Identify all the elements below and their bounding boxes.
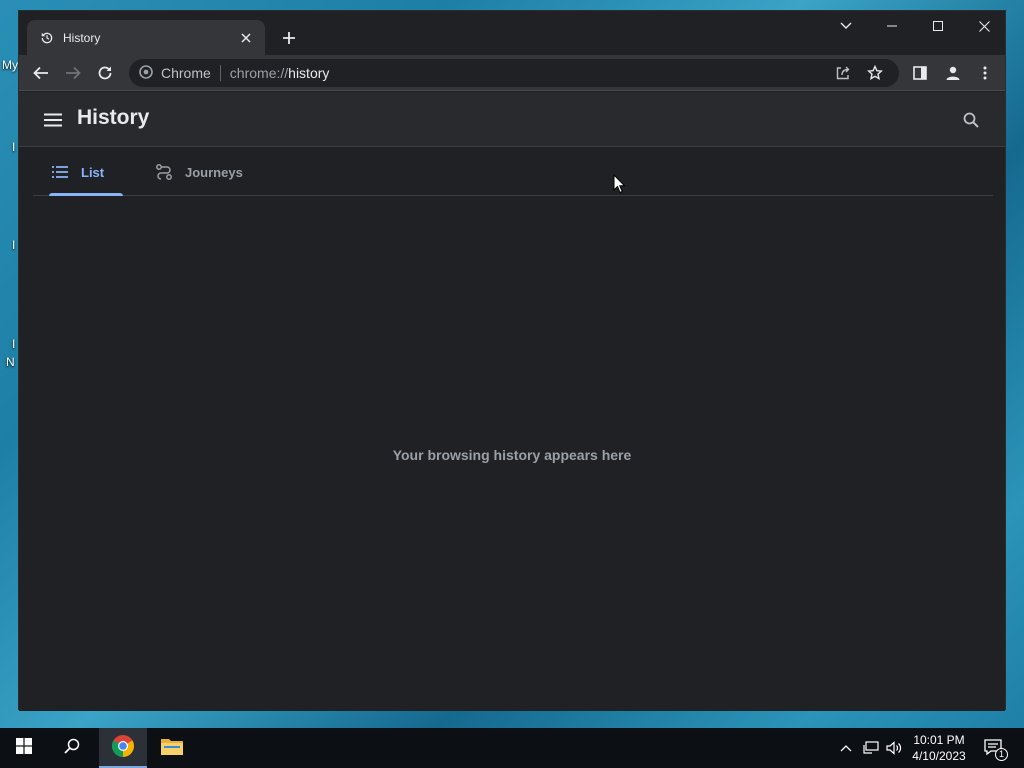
address-bar[interactable]: Chrome chrome:// history <box>129 59 899 87</box>
notification-count-badge: 1 <box>995 748 1008 761</box>
taskbar-clock[interactable]: 10:01 PM 4/10/2023 <box>904 732 974 764</box>
omnibox-divider <box>219 65 221 81</box>
forward-button[interactable] <box>59 59 87 87</box>
clock-time: 10:01 PM <box>913 733 965 747</box>
new-tab-button[interactable] <box>277 26 301 50</box>
clock-date: 4/10/2023 <box>912 749 966 763</box>
journeys-icon <box>155 163 173 181</box>
site-chip: Chrome <box>161 65 211 81</box>
browser-toolbar: Chrome chrome:// history <box>19 55 1005 91</box>
notification-icon: 1 <box>984 739 1008 761</box>
history-page: History List Journeys Your browsing hist… <box>19 92 1005 711</box>
chrome-app-icon <box>111 734 135 763</box>
minimize-button[interactable] <box>869 11 915 41</box>
active-tab-indicator <box>49 193 123 196</box>
start-button[interactable] <box>0 728 48 768</box>
close-window-button[interactable] <box>961 11 1007 41</box>
desktop-icon-label[interactable]: I <box>12 140 15 154</box>
desktop-icon-label[interactable]: I <box>12 337 15 351</box>
taskbar-file-explorer-button[interactable] <box>148 728 196 768</box>
mouse-cursor-icon <box>613 173 626 199</box>
windows-taskbar: 10:01 PM 4/10/2023 1 <box>0 728 1024 768</box>
volume-icon[interactable] <box>884 728 904 768</box>
profile-avatar-icon[interactable] <box>939 59 967 87</box>
tab-search-button[interactable] <box>823 11 869 41</box>
url-scheme: chrome:// <box>229 65 289 81</box>
chrome-window: History Chrome chrome:// history History… <box>18 10 1006 711</box>
search-icon <box>64 738 80 759</box>
chrome-logo-icon <box>139 64 153 82</box>
main-menu-button[interactable] <box>39 106 67 134</box>
tab-title: History <box>63 30 101 45</box>
close-tab-icon[interactable] <box>237 29 255 47</box>
maximize-button[interactable] <box>915 11 961 41</box>
side-panel-button[interactable] <box>906 59 934 87</box>
chrome-menu-button[interactable] <box>971 59 999 87</box>
tab-journeys[interactable]: Journeys <box>155 148 265 196</box>
browser-tab-history[interactable]: History <box>27 20 265 55</box>
chevron-up-icon <box>840 739 852 757</box>
share-icon[interactable] <box>829 59 857 87</box>
windows-logo-icon <box>16 737 32 759</box>
taskbar-search-button[interactable] <box>48 728 96 768</box>
empty-history-message: Your browsing history appears here <box>392 447 632 463</box>
taskbar-chrome-button[interactable] <box>99 728 147 768</box>
search-history-button[interactable] <box>957 106 985 134</box>
page-title: History <box>77 106 150 129</box>
action-center-button[interactable]: 1 <box>978 728 1010 768</box>
list-icon <box>51 163 69 181</box>
desktop-icon-label[interactable]: My <box>2 58 18 72</box>
desktop-icon-label[interactable]: I <box>12 238 15 252</box>
tab-label: Journeys <box>185 164 243 180</box>
history-tabs: List Journeys <box>33 148 993 196</box>
desktop-icon-label[interactable]: N <box>6 355 15 369</box>
tab-list[interactable]: List <box>49 148 123 196</box>
title-bar: History <box>19 11 1005 55</box>
back-button[interactable] <box>27 59 55 87</box>
reload-button[interactable] <box>91 59 119 87</box>
tab-label: List <box>81 164 105 180</box>
url-path: history <box>288 65 330 81</box>
page-header: History <box>19 92 1005 147</box>
history-icon <box>39 30 55 46</box>
folder-icon <box>161 737 183 760</box>
show-hidden-icons-button[interactable] <box>836 728 856 768</box>
bookmark-star-icon[interactable] <box>861 59 889 87</box>
network-icon[interactable] <box>860 728 882 768</box>
